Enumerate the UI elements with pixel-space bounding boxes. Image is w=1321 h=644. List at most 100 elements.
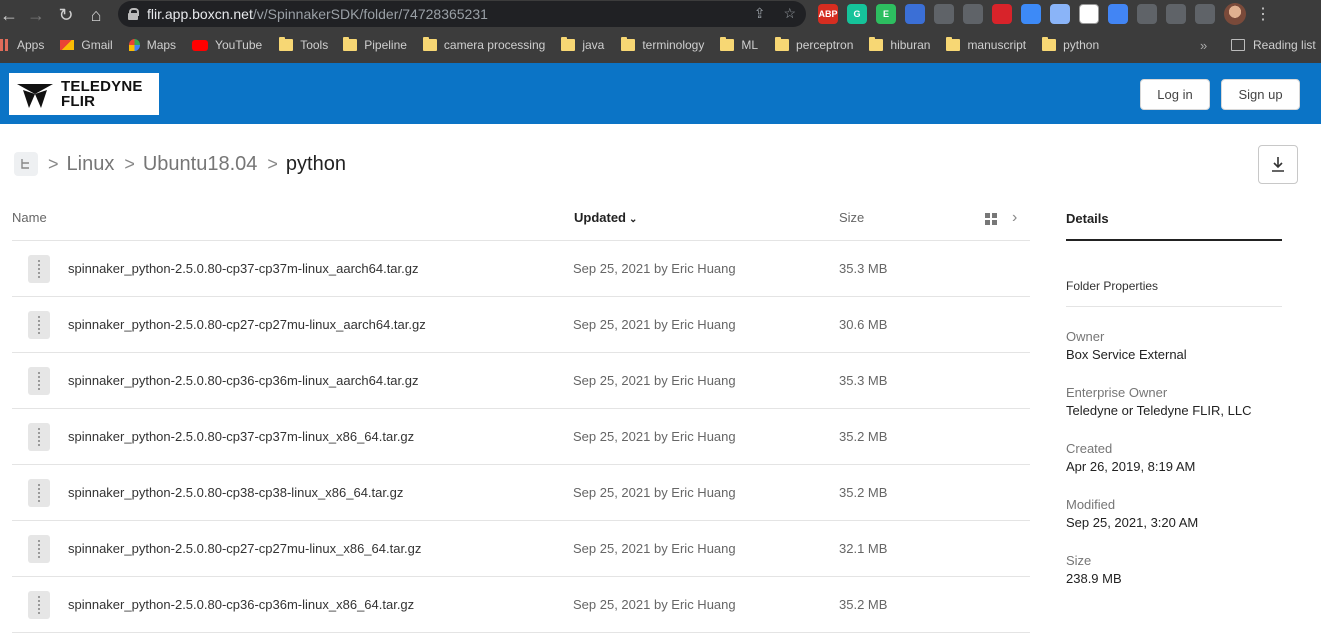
- pen-icon[interactable]: [1050, 4, 1070, 24]
- evernote-icon[interactable]: E: [876, 4, 896, 24]
- file-size: 30.6 MB: [839, 317, 888, 332]
- signup-button[interactable]: Sign up: [1221, 79, 1300, 110]
- grammarly-icon[interactable]: G: [847, 4, 867, 24]
- bookmark-terminology[interactable]: terminology: [621, 37, 704, 52]
- file-row[interactable]: spinnaker_python-2.5.0.80-cp36-cp36m-lin…: [12, 577, 1030, 633]
- file-name[interactable]: spinnaker_python-2.5.0.80-cp27-cp27mu-li…: [68, 541, 421, 556]
- youtube-icon: [192, 39, 209, 51]
- bookmark-apps[interactable]: Apps: [0, 38, 44, 52]
- file-row[interactable]: spinnaker_python-2.5.0.80-cp37-cp37m-lin…: [12, 241, 1030, 297]
- file-updated: Sep 25, 2021 by Eric Huang: [573, 541, 736, 556]
- file-size: 35.2 MB: [839, 429, 888, 444]
- dropbox-icon[interactable]: [1021, 4, 1041, 24]
- vpn-icon[interactable]: [1166, 4, 1186, 24]
- bookmark-maps[interactable]: Maps: [128, 38, 176, 52]
- browser-menu-icon[interactable]: ⋮: [1255, 4, 1271, 24]
- bookmark-manuscript[interactable]: manuscript: [946, 37, 1026, 52]
- breadcrumb-separator: >: [48, 153, 59, 174]
- bookmark-label: Tools: [300, 38, 329, 52]
- doc-icon[interactable]: [1079, 4, 1099, 24]
- file-name[interactable]: spinnaker_python-2.5.0.80-cp36-cp36m-lin…: [68, 597, 414, 612]
- url-path: /v/SpinnakerSDK/folder/74728365231: [252, 6, 488, 22]
- zip-file-icon: [28, 479, 50, 507]
- puzzle-icon[interactable]: [1195, 4, 1215, 24]
- bookmarks-overflow-icon[interactable]: »: [1200, 38, 1207, 53]
- bookmark-star-icon[interactable]: ☆: [783, 5, 796, 22]
- window-icon[interactable]: [934, 4, 954, 24]
- url-text[interactable]: flir.app.boxcn.net/v/SpinnakerSDK/folder…: [147, 6, 488, 22]
- file-name[interactable]: spinnaker_python-2.5.0.80-cp37-cp37m-lin…: [68, 429, 414, 444]
- file-updated: Sep 25, 2021 by Eric Huang: [573, 485, 736, 500]
- breadcrumb-item-ubuntu[interactable]: Ubuntu18.04: [143, 153, 258, 176]
- grid-view-icon[interactable]: [985, 213, 997, 225]
- folder-icon: [775, 37, 790, 51]
- share-icon[interactable]: ⇪: [754, 5, 766, 22]
- bookmark-perceptron[interactable]: perceptron: [775, 37, 853, 52]
- download-icon: [1272, 156, 1284, 172]
- address-bar[interactable]: flir.app.boxcn.net/v/SpinnakerSDK/folder…: [118, 1, 806, 27]
- file-size: 35.2 MB: [839, 597, 888, 612]
- file-name[interactable]: spinnaker_python-2.5.0.80-cp38-cp38-linu…: [68, 485, 403, 500]
- login-button[interactable]: Log in: [1140, 79, 1210, 110]
- property-label: Size: [1066, 553, 1092, 568]
- bookmark-label: java: [582, 38, 605, 52]
- file-row[interactable]: spinnaker_python-2.5.0.80-cp38-cp38-linu…: [12, 465, 1030, 521]
- home-icon[interactable]: ⌂: [82, 3, 110, 27]
- reload-icon[interactable]: ↻: [52, 3, 80, 27]
- bookmark-ml[interactable]: ML: [720, 37, 759, 52]
- chevron-right-icon[interactable]: ›: [1012, 209, 1017, 227]
- chart-icon[interactable]: [1137, 4, 1157, 24]
- zip-file-icon: [28, 423, 50, 451]
- bookmark-pipeline[interactable]: Pipeline: [343, 37, 407, 52]
- details-tab[interactable]: Details: [1066, 211, 1109, 226]
- screen-icon[interactable]: [905, 4, 925, 24]
- bookmark-label: Pipeline: [364, 38, 407, 52]
- file-name[interactable]: spinnaker_python-2.5.0.80-cp27-cp27mu-li…: [68, 317, 426, 332]
- zip-file-icon: [28, 255, 50, 283]
- forward-icon[interactable]: →: [22, 3, 50, 27]
- gmail-icon: [60, 40, 75, 50]
- bookmark-youtube[interactable]: YouTube: [192, 38, 262, 52]
- sort-desc-icon: ⌄: [629, 214, 638, 225]
- file-size: 35.2 MB: [839, 485, 888, 500]
- file-row[interactable]: spinnaker_python-2.5.0.80-cp27-cp27mu-li…: [12, 297, 1030, 353]
- folder-properties-heading: Folder Properties: [1066, 279, 1159, 293]
- folder-icon: [561, 37, 576, 51]
- folder-tree-icon[interactable]: [14, 152, 38, 176]
- back-icon[interactable]: ←: [0, 3, 18, 27]
- column-header-name[interactable]: Name: [12, 210, 47, 225]
- file-name[interactable]: spinnaker_python-2.5.0.80-cp36-cp36m-lin…: [68, 373, 419, 388]
- bookmark-label: Apps: [17, 38, 45, 52]
- lock-icon[interactable]: [128, 8, 139, 20]
- abp-icon[interactable]: ABP: [818, 4, 838, 24]
- bookmark-gmail[interactable]: Gmail: [60, 38, 113, 52]
- file-row[interactable]: spinnaker_python-2.5.0.80-cp27-cp27mu-li…: [12, 521, 1030, 577]
- feather-icon[interactable]: [1108, 4, 1128, 24]
- file-size: 35.3 MB: [839, 261, 888, 276]
- bookmark-java[interactable]: java: [561, 37, 605, 52]
- bookmark-camera-processing[interactable]: camera processing: [422, 37, 545, 52]
- breadcrumb-item-linux[interactable]: Linux: [67, 153, 115, 176]
- bookmark-label: ML: [741, 38, 759, 52]
- teledyne-flir-logo[interactable]: TELEDYNE FLIR: [9, 73, 159, 115]
- mendeley-icon[interactable]: [992, 4, 1012, 24]
- column-header-updated[interactable]: Updated ⌄: [574, 210, 637, 225]
- chat-icon[interactable]: [963, 4, 983, 24]
- file-list: spinnaker_python-2.5.0.80-cp37-cp37m-lin…: [12, 241, 1030, 633]
- column-header-size[interactable]: Size: [839, 210, 864, 225]
- url-host: flir.app.boxcn.net: [147, 6, 253, 22]
- bookmark-tools[interactable]: Tools: [279, 37, 329, 52]
- file-name[interactable]: spinnaker_python-2.5.0.80-cp37-cp37m-lin…: [68, 261, 419, 276]
- folder-icon: [869, 37, 884, 51]
- reading-list-icon: [1231, 39, 1245, 51]
- file-row[interactable]: spinnaker_python-2.5.0.80-cp36-cp36m-lin…: [12, 353, 1030, 409]
- bookmark-python[interactable]: python: [1042, 37, 1099, 52]
- folder-icon: [279, 37, 294, 51]
- download-button[interactable]: [1258, 145, 1298, 184]
- reading-list-button[interactable]: Reading list: [1231, 38, 1316, 52]
- property-label: Enterprise Owner: [1066, 385, 1168, 400]
- breadcrumb-separator: >: [267, 153, 278, 174]
- bookmark-hiburan[interactable]: hiburan: [869, 37, 930, 52]
- file-row[interactable]: spinnaker_python-2.5.0.80-cp37-cp37m-lin…: [12, 409, 1030, 465]
- profile-avatar[interactable]: [1224, 3, 1246, 25]
